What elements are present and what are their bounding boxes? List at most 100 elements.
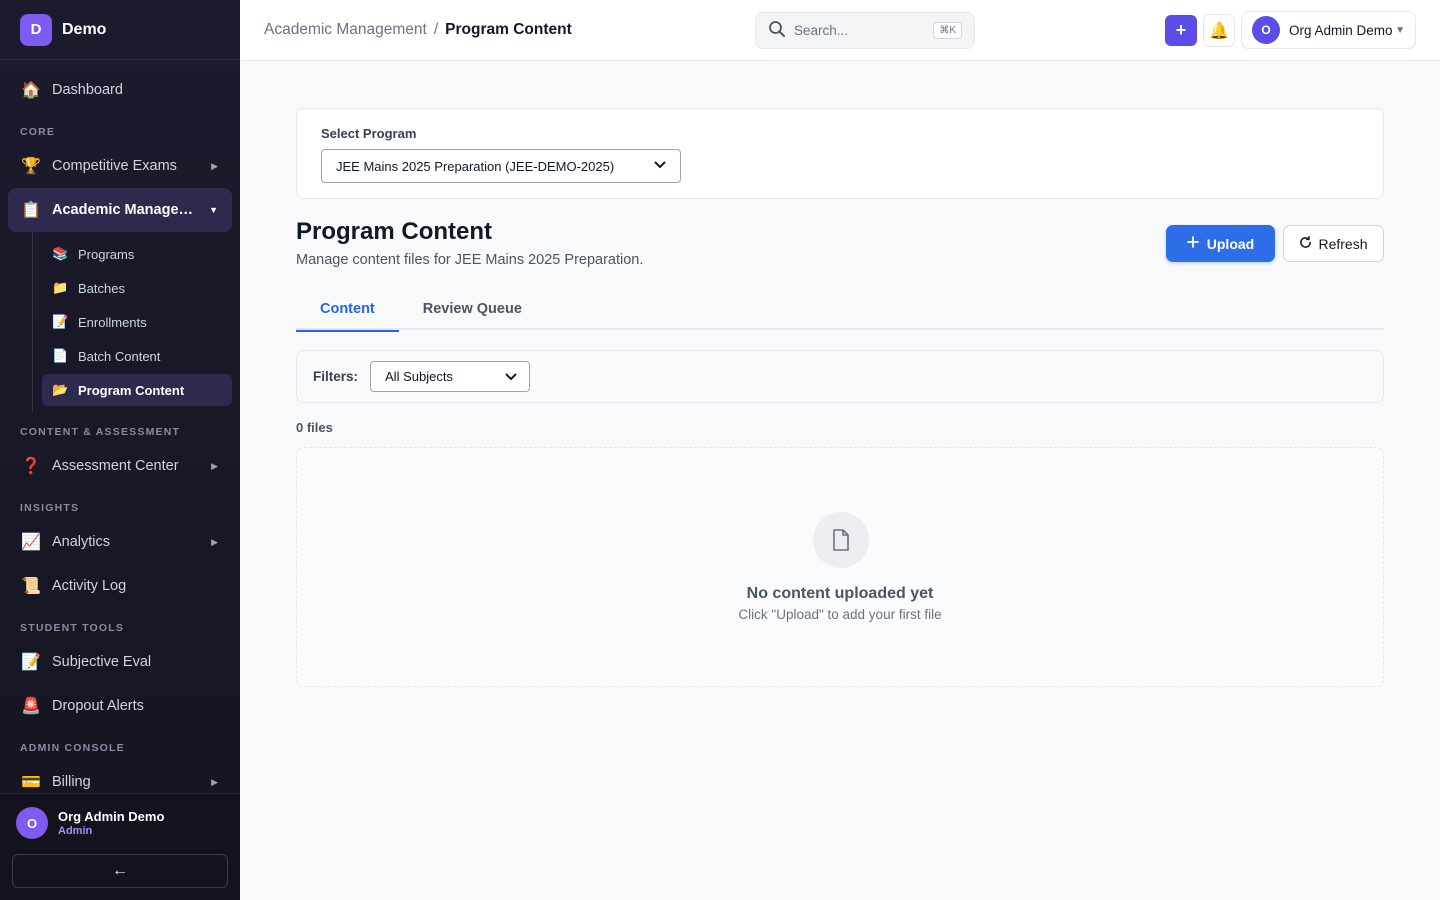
refresh-button[interactable]: Refresh [1283,225,1384,262]
section-core: CORE [20,126,56,138]
search-shortcut: ⌘K [933,22,962,39]
clipboard-icon: 📋 [21,202,41,219]
sidebar-item-label: Assessment Center [52,458,179,474]
scroll-icon: 📜 [21,578,41,595]
sidebar-item-label: Dropout Alerts [52,698,144,714]
program-select[interactable]: JEE Mains 2025 Preparation (JEE-DEMO-202… [321,149,681,183]
sidebar-item-activity-log[interactable]: 📜 Activity Log [8,564,232,608]
avatar: O [16,807,48,839]
sidebar-item-competitive-exams[interactable]: 🏆 Competitive Exams ▶ [8,144,232,188]
sidebar-item-academic-management[interactable]: 📋 Academic Manage… ▼ [8,188,232,232]
main-content: Select Program JEE Mains 2025 Preparatio… [296,108,1384,687]
brand-name: Demo [62,20,107,38]
section-student-tools: STUDENT TOOLS [20,622,125,634]
memo-icon: 📝 [52,314,69,329]
page-subtitle: Manage content files for JEE Mains 2025 … [296,252,644,268]
search-placeholder: Search... [794,23,849,38]
chevron-right-icon: ▶ [211,776,218,787]
filters-bar: Filters: All Subjects [296,350,1384,403]
section-admin-console: ADMIN CONSOLE [20,742,125,754]
breadcrumb-parent[interactable]: Academic Management [264,21,427,39]
upload-button-label: Upload [1206,235,1255,252]
sidebar-subitem-label: Batch Content [78,348,161,364]
sidebar-user[interactable]: O Org Admin Demo Admin [0,794,240,839]
search-input[interactable]: Search... ⌘K [755,12,975,49]
subject-filter-select[interactable]: All Subjects [370,361,531,392]
search-icon [768,20,786,42]
subject-filter-value: All Subjects [385,369,453,384]
page-title: Program Content [296,218,493,245]
collapse-sidebar-button[interactable]: ← [12,854,228,888]
chevron-down-icon: ▼ [209,205,218,215]
upload-button[interactable]: Upload [1166,225,1275,262]
sidebar-subitem-label: Batches [78,280,125,296]
quick-add-button[interactable]: + [1165,15,1197,46]
sidebar-subitem-label: Programs [78,246,135,262]
file-count: 0 files [296,420,333,435]
sidebar-subitem-batches[interactable]: 📁 Batches [42,272,232,304]
chevron-down-icon: ▼ [1395,24,1405,36]
chart-icon: 📈 [21,534,41,551]
sidebar-item-label: Subjective Eval [52,654,152,670]
section-insights: INSIGHTS [20,502,80,514]
chevron-right-icon: ▶ [211,536,218,547]
brand-logo: D [20,13,52,46]
chevron-right-icon: ▶ [211,460,218,471]
breadcrumb-current: Program Content [445,21,572,38]
sidebar-item-label: Activity Log [52,578,127,594]
user-name: Org Admin Demo [58,809,165,824]
section-content-assessment: CONTENT & ASSESSMENT [20,426,181,438]
avatar: O [1252,16,1280,44]
sidebar-item-dropout-alerts[interactable]: 🚨 Dropout Alerts [8,684,232,728]
user-meta: Org Admin Demo Admin [58,809,164,837]
topbar: Academic Management / Program Content Se… [240,0,1440,61]
sidebar-subitem-program-content[interactable]: 📂 Program Content [42,374,232,406]
academic-submenu: 📚 Programs 📁 Batches 📝 Enrollments 📄 Bat… [32,232,240,412]
sidebar-item-dashboard[interactable]: 🏠 Dashboard [8,68,232,112]
sidebar-subitem-label: Enrollments [78,314,147,330]
user-role: Admin [58,825,93,837]
home-icon: 🏠 [21,82,41,99]
sidebar-item-assessment-center[interactable]: ❓ Assessment Center ▶ [8,444,232,488]
breadcrumb: Academic Management / Program Content [264,21,572,39]
program-select-value: JEE Mains 2025 Preparation (JEE-DEMO-202… [336,158,615,174]
file-icon [813,512,869,568]
sidebar-item-analytics[interactable]: 📈 Analytics ▶ [8,520,232,564]
sidebar-subitem-enrollments[interactable]: 📝 Enrollments [42,306,232,338]
memo-icon: 📝 [21,654,41,671]
empty-state-subtitle: Click "Upload" to add your first file [738,607,942,622]
sidebar: D Demo 🏠 Dashboard CORE 🏆 Competitive Ex… [0,0,240,900]
refresh-button-label: Refresh [1318,235,1368,252]
question-icon: ❓ [21,458,41,475]
brand[interactable]: D Demo [0,0,240,60]
sidebar-subitem-programs[interactable]: 📚 Programs [42,238,232,270]
breadcrumb-separator: / [433,21,439,38]
program-selector-card: Select Program JEE Mains 2025 Preparatio… [296,108,1384,199]
chevron-right-icon: ▶ [211,160,218,171]
sidebar-item-label: Competitive Exams [52,158,177,174]
sidebar-item-label: Academic Manage… [52,202,194,218]
user-menu-button[interactable]: O Org Admin Demo ▼ [1241,11,1416,49]
filters-label: Filters: [313,369,359,384]
open-folder-icon: 📂 [52,382,69,397]
empty-state: No content uploaded yet Click "Upload" t… [296,447,1384,687]
credit-card-icon: 💳 [21,774,41,791]
tab-content[interactable]: Content [296,291,399,332]
document-icon: 📄 [52,348,69,363]
notifications-button[interactable]: 🔔 [1203,14,1235,47]
program-select-label: Select Program [321,126,417,141]
sidebar-item-billing[interactable]: 💳 Billing ▶ [8,760,232,793]
user-name: Org Admin Demo [1289,22,1393,38]
sidebar-subitem-label: Program Content [78,382,185,398]
sidebar-item-label: Dashboard [52,82,123,98]
siren-icon: 🚨 [21,698,41,715]
refresh-icon [1299,235,1312,252]
chevron-down-icon [654,160,666,172]
sidebar-item-subjective-eval[interactable]: 📝 Subjective Eval [8,640,232,684]
folder-icon: 📁 [52,280,69,295]
sidebar-item-label: Analytics [52,534,111,550]
sidebar-subitem-batch-content[interactable]: 📄 Batch Content [42,340,232,372]
sidebar-footer: O Org Admin Demo Admin ← [0,793,240,900]
sidebar-nav: 🏠 Dashboard CORE 🏆 Competitive Exams ▶ 📋… [0,60,240,793]
tab-review-queue[interactable]: Review Queue [399,291,546,330]
